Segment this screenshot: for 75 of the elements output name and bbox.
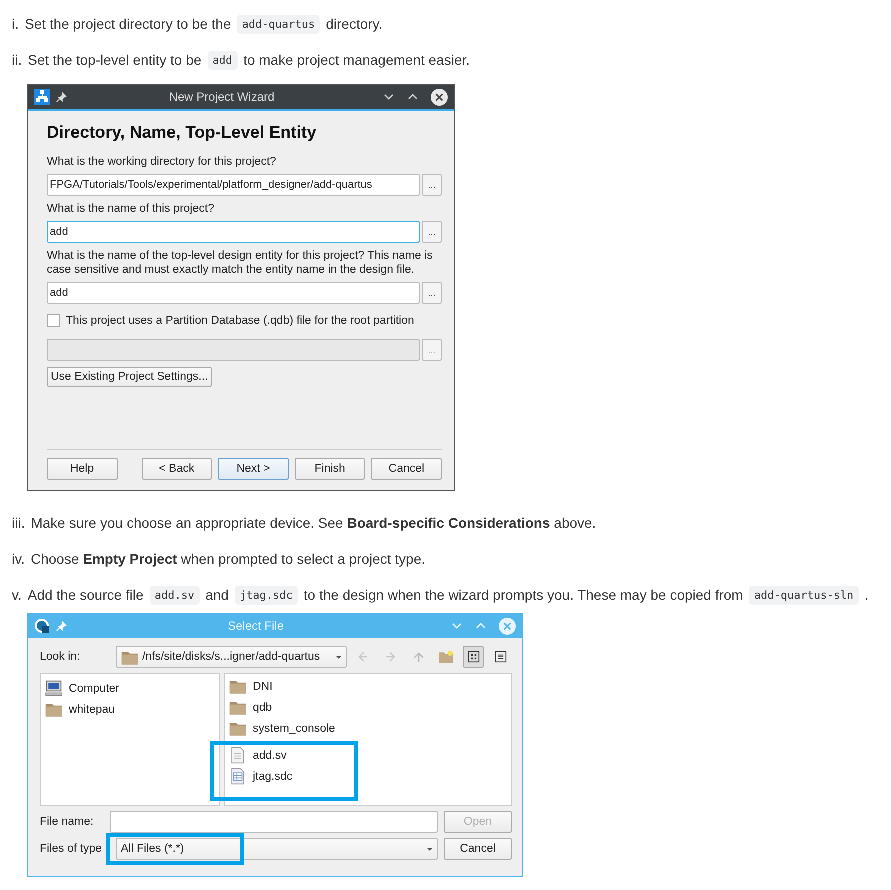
computer-icon xyxy=(45,680,63,697)
dialog-button[interactable]: Finish xyxy=(294,458,366,480)
step-text: Choose Empty Project when prompted to select a project type. xyxy=(30,551,426,567)
caret-icon xyxy=(336,656,342,658)
folder-icon xyxy=(229,720,247,737)
browse-button[interactable]: ... xyxy=(422,174,442,196)
checkbox-label: This project uses a Partition Database (.qdb) file for the root partition xyxy=(66,314,414,328)
inline-code: add.sv xyxy=(150,586,200,604)
browse-button[interactable]: ... xyxy=(422,221,442,243)
step-text: . xyxy=(864,587,869,603)
back-arrow-icon xyxy=(356,650,370,664)
folder-icon xyxy=(45,701,63,718)
file-item[interactable]: DNI xyxy=(229,676,507,697)
forward-arrow-icon xyxy=(384,650,398,664)
step-text: Set the project directory to be the xyxy=(25,16,232,32)
step-text: to make project management easier. xyxy=(244,52,470,68)
use-existing-settings-button[interactable]: Use Existing Project Settings... xyxy=(47,367,212,387)
inline-code: add-quartus-sln xyxy=(749,586,859,604)
app-icon xyxy=(34,618,50,634)
icon-view-button[interactable] xyxy=(462,646,484,668)
window-title: Select File xyxy=(226,619,286,633)
path-dropdown[interactable]: /nfs/site/disks/s...igner/add-quartus xyxy=(116,646,347,668)
step-text: Make sure you choose an appropriate device. See Board-specific Considerations above. xyxy=(31,515,596,531)
list-marker: v. xyxy=(12,587,22,603)
field-label: What is the name of the top-level design entity for this project? This name is case sensitive and must exactly match the entity name in the design file. xyxy=(47,249,434,277)
checkbox[interactable] xyxy=(47,314,60,327)
browse-button[interactable]: ... xyxy=(422,282,442,304)
file-item[interactable]: jtag.sdc xyxy=(229,766,340,787)
place-item[interactable]: whitepau xyxy=(45,699,215,720)
text-field[interactable]: add xyxy=(47,282,420,304)
field-label: What is the working directory for this project? xyxy=(47,155,278,169)
file-item[interactable]: add.sv xyxy=(229,745,340,766)
close-icon[interactable] xyxy=(431,88,448,106)
window-title: New Project Wizard xyxy=(168,90,276,104)
text-field[interactable]: FPGA/Tutorials/Tools/experimental/platform_designer/add-quartus xyxy=(47,174,420,196)
file-item[interactable]: system_console xyxy=(229,718,507,739)
inline-code: jtag.sdc xyxy=(234,586,298,604)
file-name-label: File name: xyxy=(40,816,95,828)
page-heading: Directory, Name, Top-Level Entity xyxy=(47,123,318,143)
list-marker: i. xyxy=(12,16,19,32)
new-folder-icon xyxy=(438,650,454,664)
list-marker: iii. xyxy=(12,515,26,531)
look-in-label: Look in: xyxy=(40,651,82,663)
folder-icon xyxy=(229,699,247,716)
file-type-dropdown[interactable]: All Files (*.*) xyxy=(116,838,438,860)
step-text: directory. xyxy=(326,16,383,32)
dialog-button[interactable]: Help xyxy=(47,458,118,480)
file-name-field[interactable] xyxy=(110,811,438,833)
folder-icon xyxy=(229,678,247,695)
file-item[interactable]: qdb xyxy=(229,697,507,718)
cancel-button[interactable]: Cancel xyxy=(444,838,512,860)
caret-icon xyxy=(427,848,433,850)
step-text: to the design when the wizard prompts you. These may be copied from xyxy=(304,587,744,603)
place-item[interactable]: Computer xyxy=(45,678,215,699)
dialog-button[interactable]: Next > xyxy=(218,458,289,480)
text-field[interactable]: add xyxy=(47,221,420,243)
list-marker: iv. xyxy=(12,551,25,567)
spreadsheet-icon xyxy=(229,768,247,785)
inline-code: add xyxy=(208,50,238,70)
document-icon xyxy=(229,747,247,764)
file-type-label: Files of type xyxy=(40,843,103,855)
grid-view-icon xyxy=(468,651,480,663)
field-label: What is the name of this project? xyxy=(47,202,216,216)
step-text: Add the source file xyxy=(28,587,144,603)
step-text: Set the top-level entity to be xyxy=(28,52,202,68)
up-arrow-icon xyxy=(412,650,426,664)
pin-icon xyxy=(56,92,67,102)
dialog-button[interactable]: Cancel xyxy=(371,458,442,480)
dialog-button[interactable]: < Back xyxy=(142,458,212,480)
pin-icon xyxy=(56,620,67,632)
step-text: and xyxy=(206,587,229,603)
list-view-icon xyxy=(495,651,508,663)
app-icon xyxy=(34,89,50,105)
inline-code: add-quartus xyxy=(237,14,320,34)
list-marker: ii. xyxy=(12,52,22,68)
